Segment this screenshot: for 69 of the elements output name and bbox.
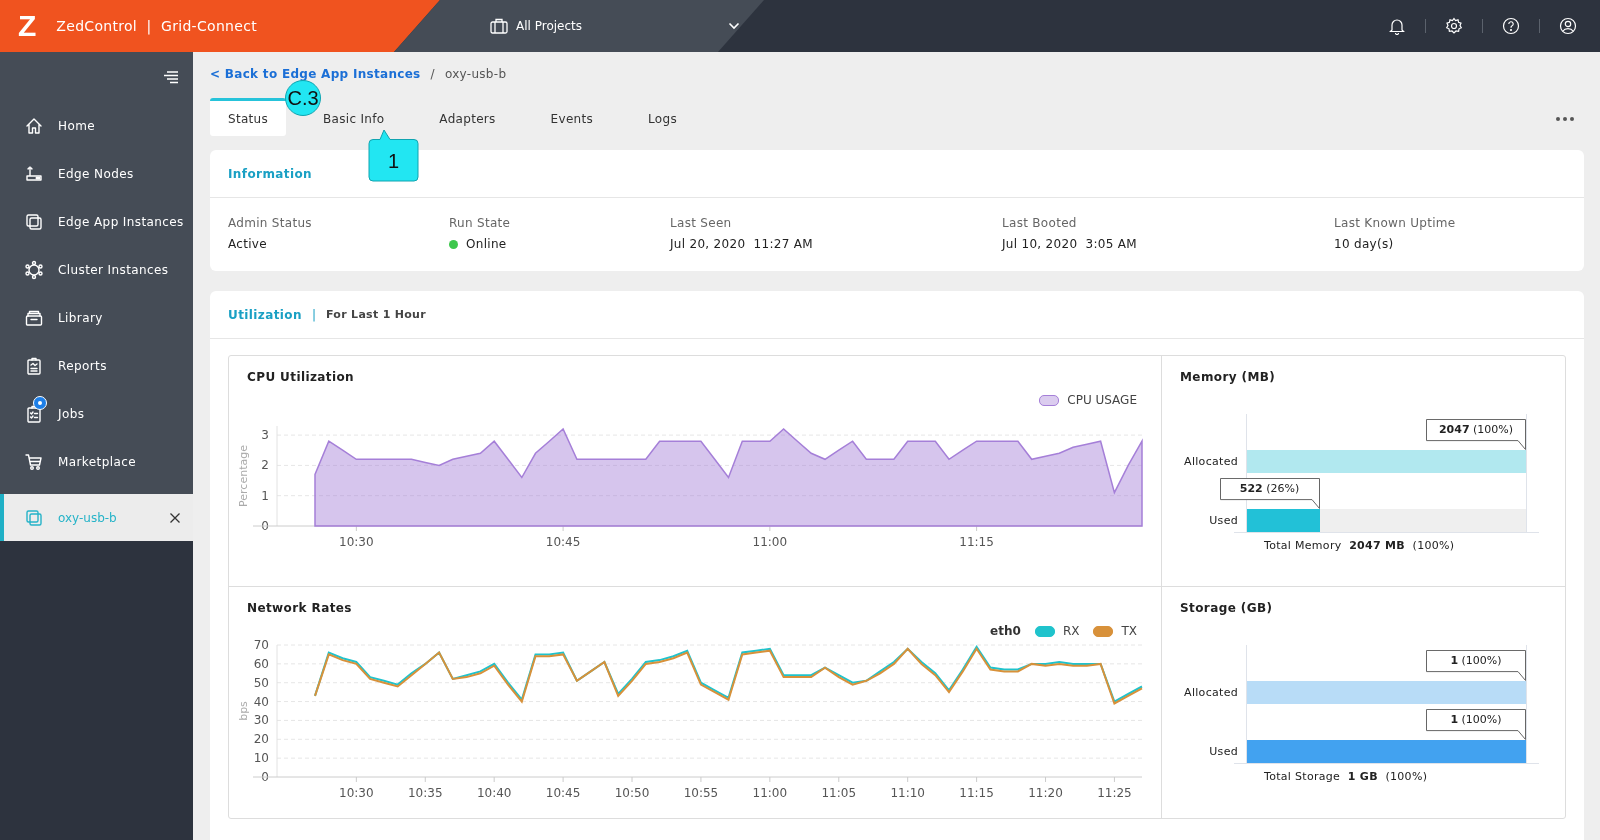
section-title: Information <box>228 166 313 181</box>
axis-tick-label: 11:05 <box>821 786 857 800</box>
axis-tick-label: 10:50 <box>614 786 650 800</box>
axis-tick-label: 70 <box>253 639 269 652</box>
axis-tick-label: 10:30 <box>339 535 374 549</box>
chart-title: Network Rates <box>247 601 353 615</box>
axis-tick-label: 11:25 <box>1097 786 1132 800</box>
axis-tick-label: 2 <box>261 458 269 473</box>
field-label: Last Booted <box>1002 216 1078 230</box>
axis-tick-label: 0 <box>261 770 269 784</box>
chart-title: Memory (MB) <box>1180 370 1277 384</box>
axis-tick-label: 11:00 <box>752 786 788 800</box>
chart-title: Storage (GB) <box>1180 601 1274 615</box>
bar-label: Used <box>1208 513 1238 529</box>
marker-tooltip: C.3 <box>285 80 321 116</box>
field-label: Last Known Uptime <box>1334 216 1457 230</box>
title-separator: | <box>311 307 316 322</box>
field-value: Online <box>466 237 507 251</box>
axis-tick-label: 10 <box>253 751 269 766</box>
legend-label: RX <box>1062 624 1080 638</box>
axis-tick-label: 1 <box>261 488 269 503</box>
field-value: 10 day(s) <box>1334 237 1394 251</box>
axis-tick-label: 50 <box>253 675 269 690</box>
breadcrumb-separator: / <box>430 67 435 81</box>
field-label: Last Seen <box>670 216 733 230</box>
logo: Z <box>18 9 37 43</box>
axis-tick-label: 60 <box>253 656 269 671</box>
section-title: Utilization <box>228 307 302 322</box>
axis-tick-label: 20 <box>253 732 269 747</box>
callout-tooltip: 1 <box>368 129 419 182</box>
value-callout: 1 (100%) <box>1426 650 1526 681</box>
value-callout: 2047 (100%) <box>1426 419 1526 450</box>
bar-label: Allocated <box>1183 454 1238 470</box>
bar-label: Used <box>1208 744 1238 760</box>
legend-label: CPU USAGE <box>1067 393 1137 407</box>
legend-label: TX <box>1121 624 1137 638</box>
product-name: ZedControl | Grid-Connect <box>56 18 257 34</box>
axis-tick-label: 10:45 <box>545 786 581 800</box>
axis-tick-label: 10:30 <box>339 786 374 800</box>
time-range-label: For Last 1 Hour <box>326 308 426 321</box>
axis-tick-label: 11:10 <box>890 786 925 800</box>
field-value: Jul 20, 2020 11:27 AM <box>670 237 813 251</box>
axis-tick-label: 11:20 <box>1028 786 1063 800</box>
axis-tick-label: 10:40 <box>476 786 512 800</box>
breadcrumb-current: oxy-usb-b <box>444 67 507 81</box>
axis-tick-label: 0 <box>261 519 269 533</box>
legend-title: eth0 <box>990 624 1021 638</box>
axis-title: Percentage <box>237 445 250 507</box>
axis-tick-label: 11:00 <box>752 535 788 549</box>
field-label: Admin Status <box>228 216 313 230</box>
total-label: Total Memory 2047 MB (100%) <box>1234 532 1539 552</box>
axis-tick-label: 11:15 <box>959 786 994 800</box>
axis-title: bps <box>237 701 250 721</box>
axis-tick-label: 3 <box>261 428 269 443</box>
field-value: Jul 10, 2020 3:05 AM <box>1002 237 1137 251</box>
chart-title: CPU Utilization <box>247 370 356 384</box>
axis-tick-label: 10:35 <box>407 786 443 800</box>
axis-tick-label: 30 <box>253 713 269 728</box>
axis-tick-label: 10:45 <box>545 535 581 549</box>
total-label: Total Storage 1 GB (100%) <box>1234 763 1539 783</box>
open-item-label: oxy-usb-b <box>58 510 118 525</box>
bar-label: Allocated <box>1183 685 1238 701</box>
axis-tick-label: 10:55 <box>683 786 719 800</box>
axis-tick-label: 40 <box>253 694 269 709</box>
field-value: Active <box>228 237 267 251</box>
field-label: Run State <box>449 216 512 230</box>
axis-tick-label: 11:15 <box>959 535 994 549</box>
value-callout: 522 (26%) <box>1219 478 1320 509</box>
value-callout: 1 (100%) <box>1426 709 1526 740</box>
